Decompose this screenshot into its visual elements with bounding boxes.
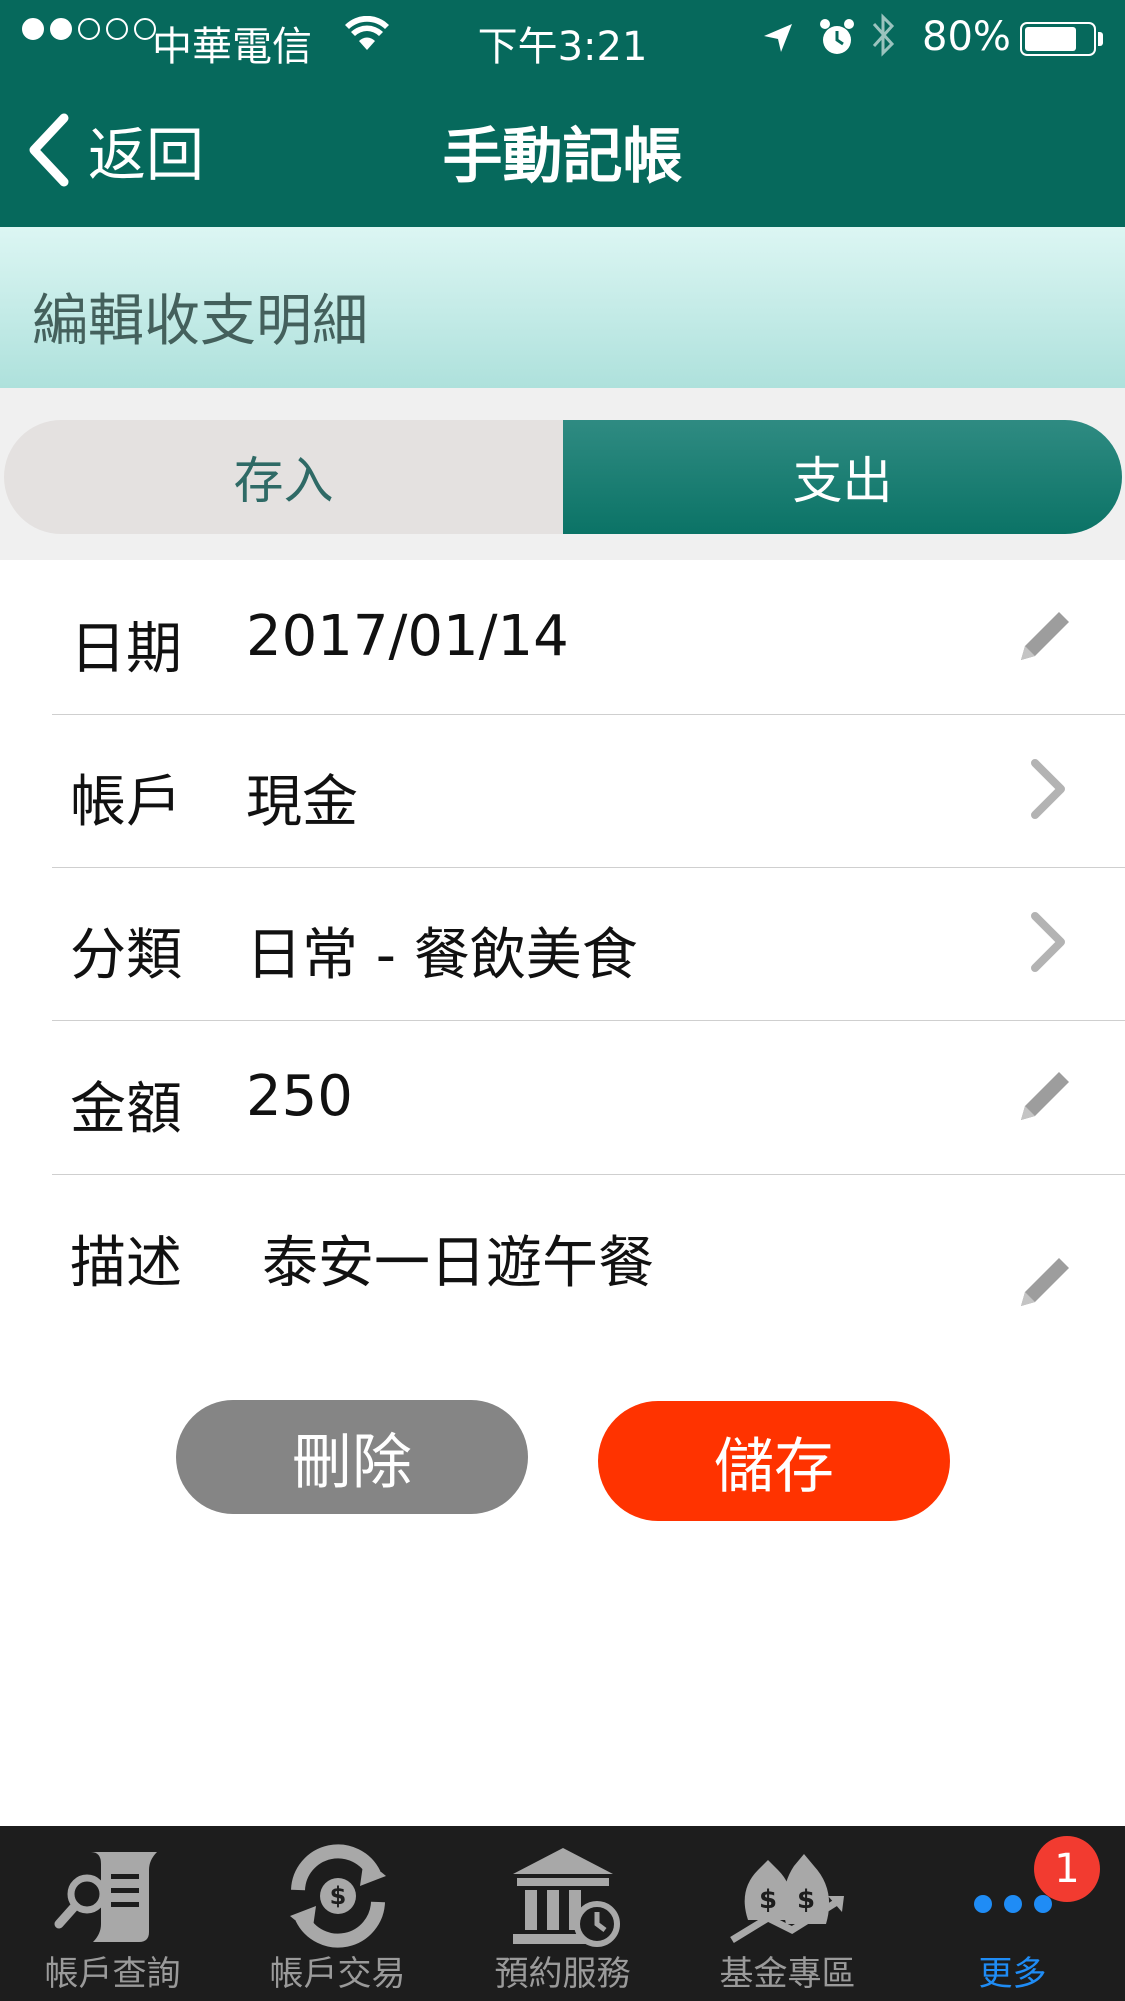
battery-icon — [1020, 22, 1096, 56]
tab-label: 更多 — [978, 1954, 1047, 1994]
amount-label: 金額 — [70, 1077, 182, 1142]
status-bar: 中華電信 下午3:21 80% — [0, 0, 1125, 78]
chevron-right-icon[interactable] — [1013, 910, 1077, 974]
pencil-icon[interactable] — [1013, 1250, 1077, 1314]
notification-badge: 1 — [1034, 1836, 1100, 1902]
description-value: 泰安一日遊午餐 — [262, 1231, 654, 1296]
delete-button[interactable]: 刪除 — [176, 1400, 528, 1514]
money-exchange-icon: $ — [289, 1844, 386, 1948]
section-title: 編輯收支明細 — [32, 289, 368, 354]
tab-label: 帳戶查詢 — [44, 1954, 181, 1994]
date-value: 2017/01/14 — [246, 604, 569, 669]
alarm-icon — [818, 18, 856, 68]
page-title: 手動記帳 — [442, 122, 683, 192]
account-value: 現金 — [246, 770, 358, 835]
svg-text:$: $ — [758, 1885, 776, 1915]
svg-text:$: $ — [329, 1882, 346, 1910]
pencil-icon[interactable] — [1013, 604, 1077, 668]
amount-value: 250 — [246, 1064, 353, 1129]
date-row[interactable]: 日期 2017/01/14 — [52, 562, 1125, 715]
bluetooth-icon — [870, 12, 896, 68]
category-label: 分類 — [70, 923, 182, 988]
money-bags-chart-icon: $ $ — [729, 1854, 844, 1943]
type-segmented-control: 存入 支出 — [4, 420, 1122, 534]
account-label: 帳戶 — [70, 770, 182, 835]
chevron-right-icon[interactable] — [1013, 757, 1077, 821]
tab-account-transaction[interactable]: $ 帳戶交易 — [225, 1826, 450, 2001]
tab-account-inquiry[interactable]: 帳戶查詢 — [0, 1826, 225, 2001]
tab-scheduled-service[interactable]: 預約服務 — [450, 1826, 675, 2001]
svg-text:$: $ — [796, 1885, 814, 1915]
tab-bar: 帳戶查詢 $ 帳戶交易 預約服務 $ $ 基金專區 更多 — [0, 1826, 1125, 2001]
category-row[interactable]: 分類 日常 - 餐飲美食 — [52, 868, 1125, 1021]
scroll-search-icon — [54, 1852, 157, 1942]
description-label: 描述 — [70, 1231, 182, 1296]
location-arrow-icon — [760, 20, 796, 66]
tab-label: 基金專區 — [719, 1954, 856, 1994]
category-value: 日常 - 餐飲美食 — [246, 923, 638, 988]
battery-percentage: 80% — [922, 14, 1011, 60]
segment-deposit[interactable]: 存入 — [4, 420, 563, 534]
account-row[interactable]: 帳戶 現金 — [52, 715, 1125, 868]
tab-label: 帳戶交易 — [269, 1954, 406, 1994]
tab-label: 預約服務 — [494, 1954, 631, 1994]
segment-expense[interactable]: 支出 — [563, 420, 1122, 534]
pencil-icon[interactable] — [1013, 1064, 1077, 1128]
date-label: 日期 — [70, 617, 182, 682]
bank-clock-icon — [512, 1848, 620, 1947]
description-row[interactable]: 描述 泰安一日遊午餐 — [52, 1176, 1125, 1336]
save-button[interactable]: 儲存 — [598, 1401, 950, 1521]
amount-row[interactable]: 金額 250 — [52, 1022, 1125, 1175]
tab-fund-zone[interactable]: $ $ 基金專區 — [675, 1826, 900, 2001]
battery-tip — [1098, 32, 1103, 46]
